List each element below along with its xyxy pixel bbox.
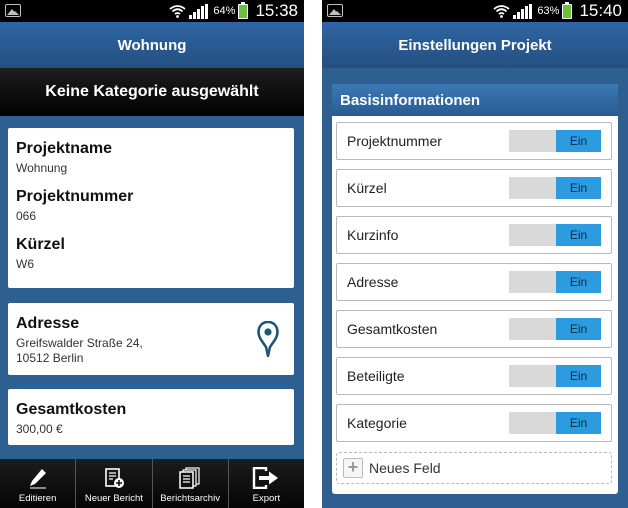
toggle-project-number[interactable]: Ein bbox=[509, 130, 601, 152]
toggle-state: Ein bbox=[556, 412, 601, 434]
report-archive-button-label: Berichtsarchiv bbox=[160, 493, 220, 504]
setting-row-address: Adresse Ein bbox=[336, 263, 612, 301]
wifi-icon bbox=[169, 4, 186, 18]
section-title: Basisinformationen bbox=[332, 84, 618, 116]
category-selector[interactable]: Keine Kategorie ausgewählt bbox=[0, 68, 304, 116]
toggle-short-info[interactable]: Ein bbox=[509, 224, 601, 246]
status-bar: 64% 15:38 bbox=[0, 0, 304, 22]
bottom-action-bar: Editieren Neuer Bericht Berichtsarchiv E… bbox=[0, 459, 304, 508]
settings-panel: Basisinformationen Projektnummer Ein Kür… bbox=[332, 84, 618, 494]
battery-percent: 63% bbox=[537, 5, 560, 17]
project-name-label: Projektname bbox=[16, 140, 113, 157]
toggle-state: Ein bbox=[556, 271, 601, 293]
toggle-category[interactable]: Ein bbox=[509, 412, 601, 434]
toggle-state: Ein bbox=[556, 224, 601, 246]
gallery-notification-icon bbox=[5, 4, 21, 17]
plus-icon: + bbox=[343, 458, 363, 478]
setting-label: Kurzinfo bbox=[347, 227, 399, 243]
map-pin-icon[interactable] bbox=[257, 321, 279, 357]
page-title: Einstellungen Projekt bbox=[322, 22, 628, 68]
signal-icon bbox=[189, 3, 209, 19]
short-code-value: W6 bbox=[16, 257, 34, 271]
toggle-state: Ein bbox=[556, 318, 601, 340]
setting-row-participants: Beteiligte Ein bbox=[336, 357, 612, 395]
toggle-participants[interactable]: Ein bbox=[509, 365, 601, 387]
costs-card: Gesamtkosten 300,00 € bbox=[8, 389, 294, 445]
project-number-label: Projektnummer bbox=[16, 188, 134, 205]
new-report-icon bbox=[105, 468, 124, 488]
setting-row-category: Kategorie Ein bbox=[336, 404, 612, 442]
clock: 15:38 bbox=[255, 1, 298, 20]
gallery-notification-icon bbox=[327, 4, 343, 17]
setting-label: Projektnummer bbox=[347, 133, 442, 149]
report-archive-icon bbox=[179, 467, 200, 489]
signal-icon bbox=[513, 3, 533, 19]
toggle-state: Ein bbox=[556, 365, 601, 387]
toggle-state: Ein bbox=[556, 130, 601, 152]
project-detail-screen: 64% 15:38 Wohnung Keine Kategorie ausgew… bbox=[0, 0, 304, 508]
export-button[interactable]: Export bbox=[229, 459, 304, 508]
setting-label: Beteiligte bbox=[347, 368, 405, 384]
new-report-button[interactable]: Neuer Bericht bbox=[76, 459, 153, 508]
pencil-icon bbox=[29, 469, 46, 489]
setting-label: Adresse bbox=[347, 274, 399, 290]
battery-icon bbox=[562, 1, 573, 19]
setting-row-project-number: Projektnummer Ein bbox=[336, 122, 612, 160]
status-bar: 63% 15:40 bbox=[322, 0, 628, 22]
address-label: Adresse bbox=[16, 315, 80, 332]
export-icon bbox=[253, 467, 279, 489]
setting-row-short-info: Kurzinfo Ein bbox=[336, 216, 612, 254]
project-info-card: Projektname Wohnung Projektnummer 066 Kü… bbox=[8, 128, 294, 288]
project-number-value: 066 bbox=[16, 209, 37, 223]
project-name-value: Wohnung bbox=[16, 161, 68, 175]
short-code-label: Kürzel bbox=[16, 236, 65, 253]
add-field-button[interactable]: + Neues Feld bbox=[336, 452, 612, 484]
setting-label: Gesamtkosten bbox=[347, 321, 438, 337]
project-settings-screen: 63% 15:40 Einstellungen Projekt Basisinf… bbox=[322, 0, 628, 508]
setting-row-short-code: Kürzel Ein bbox=[336, 169, 612, 207]
toggle-address[interactable]: Ein bbox=[509, 271, 601, 293]
clock: 15:40 bbox=[579, 1, 622, 20]
setting-label: Kürzel bbox=[347, 180, 387, 196]
battery-icon bbox=[238, 1, 249, 19]
edit-button-label: Editieren bbox=[18, 493, 57, 504]
new-report-button-label: Neuer Bericht bbox=[84, 493, 143, 504]
report-archive-button[interactable]: Berichtsarchiv bbox=[153, 459, 229, 508]
toggle-total-costs[interactable]: Ein bbox=[509, 318, 601, 340]
costs-label: Gesamtkosten bbox=[16, 401, 127, 418]
address-value: Greifswalder Straße 24, 10512 Berlin bbox=[16, 336, 143, 365]
setting-label: Kategorie bbox=[347, 415, 407, 431]
costs-value: 300,00 € bbox=[16, 422, 63, 436]
address-card[interactable]: Adresse Greifswalder Straße 24, 10512 Be… bbox=[8, 303, 294, 375]
page-title: Wohnung bbox=[0, 22, 304, 68]
battery-percent: 64% bbox=[213, 5, 236, 17]
toggle-state: Ein bbox=[556, 177, 601, 199]
export-button-label: Export bbox=[252, 493, 281, 504]
add-field-label: Neues Feld bbox=[369, 460, 441, 476]
setting-row-total-costs: Gesamtkosten Ein bbox=[336, 310, 612, 348]
toggle-short-code[interactable]: Ein bbox=[509, 177, 601, 199]
wifi-icon bbox=[493, 4, 510, 18]
edit-button[interactable]: Editieren bbox=[0, 459, 77, 508]
